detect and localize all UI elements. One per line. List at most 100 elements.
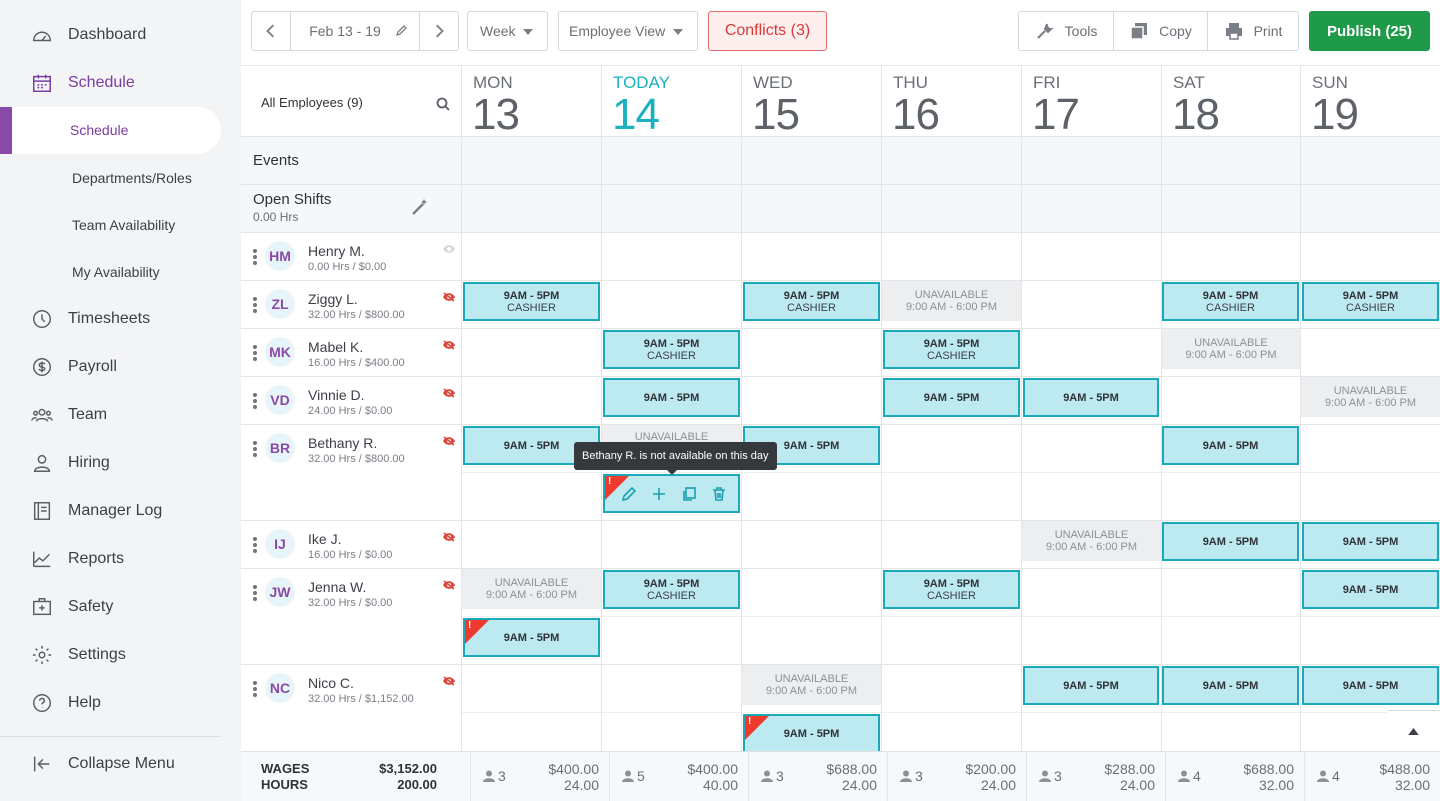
drag-handle-icon[interactable] — [253, 585, 257, 603]
sidebar-item-reports[interactable]: Reports — [0, 537, 241, 581]
shift-block[interactable]: 9AM - 5PM CASHIER — [463, 282, 600, 321]
shift-time: 9AM - 5PM — [503, 439, 560, 452]
shift-block-conflict[interactable]: ! 9AM - 5PM — [463, 618, 600, 657]
sidebar-item-team[interactable]: Team — [0, 393, 241, 437]
shift-block[interactable]: 9AM - 5PM — [1162, 522, 1299, 561]
sidebar-item-hiring[interactable]: Hiring — [0, 441, 241, 485]
prev-week-button[interactable] — [251, 11, 291, 51]
shift-block[interactable]: 9AM - 5PM — [1302, 570, 1439, 609]
sidebar-item-timesheets[interactable]: Timesheets — [0, 297, 241, 341]
employee-row-bethany[interactable]: BR Bethany R. 32.00 Hrs / $800.00 — [241, 424, 461, 520]
shift-block[interactable]: 9AM - 5PM — [1302, 666, 1439, 705]
plus-icon[interactable] — [651, 486, 667, 502]
day-header-mon[interactable]: MON 13 — [461, 66, 601, 139]
copy-icon[interactable] — [681, 486, 697, 502]
drag-handle-icon[interactable] — [253, 441, 257, 459]
shift-actions-block[interactable]: ! — [603, 474, 740, 513]
shift-block[interactable]: 9AM - 5PM CASHIER — [603, 570, 740, 609]
sidebar-item-settings[interactable]: Settings — [0, 633, 241, 677]
shift-block[interactable]: 9AM - 5PM — [1302, 522, 1439, 561]
day-header-wed[interactable]: WED 15 — [741, 66, 881, 139]
employee-row-jenna[interactable]: JW Jenna W. 32.00 Hrs / $0.00 — [241, 568, 461, 664]
employee-row-vinnie[interactable]: VD Vinnie D. 24.00 Hrs / $0.00 — [241, 376, 461, 424]
day-header-today[interactable]: TODAY 14 — [601, 66, 741, 139]
shift-block[interactable]: 9AM - 5PM CASHIER — [603, 330, 740, 369]
shift-block-conflict[interactable]: ! 9AM - 5PM — [743, 714, 880, 751]
copy-button[interactable]: Copy — [1113, 11, 1208, 51]
unavailable-label: UNAVAILABLE — [1194, 337, 1268, 349]
sidebar-item-payroll[interactable]: Payroll — [0, 345, 241, 389]
sidebar-item-help[interactable]: Help — [0, 681, 241, 725]
chevron-left-icon — [266, 24, 274, 38]
shift-time: 9AM - 5PM — [783, 439, 840, 452]
eye-slash-icon[interactable] — [442, 436, 456, 446]
eye-slash-icon[interactable] — [442, 340, 456, 350]
publish-button[interactable]: Publish (25) — [1309, 11, 1430, 51]
drag-handle-icon[interactable] — [253, 393, 257, 411]
shift-time: 9AM - 5PM — [923, 391, 980, 404]
employee-filter[interactable]: All Employees (9) — [261, 95, 363, 110]
day-total-tue: 5 $400.00 40.00 — [609, 752, 748, 801]
eye-slash-icon[interactable] — [442, 532, 456, 542]
employee-row-nico[interactable]: NC Nico C. 32.00 Hrs / $1,152.00 — [241, 664, 461, 751]
tools-button[interactable]: Tools — [1018, 11, 1114, 51]
drag-handle-icon[interactable] — [253, 249, 257, 267]
shift-block[interactable]: 9AM - 5PM — [883, 378, 1020, 417]
sidebar-item-manager-log[interactable]: Manager Log — [0, 489, 241, 533]
drag-handle-icon[interactable] — [253, 681, 257, 699]
eye-slash-icon[interactable] — [442, 676, 456, 686]
employee-row-ziggy[interactable]: ZL Ziggy L. 32.00 Hrs / $800.00 — [241, 280, 461, 328]
day-hours: 24.00 — [1119, 777, 1155, 793]
view-select[interactable]: Employee View — [558, 11, 698, 51]
sidebar-item-dashboard[interactable]: Dashboard — [0, 13, 241, 57]
sidebar-subitem-team-availability[interactable]: Team Availability — [72, 217, 175, 233]
employee-row-mabel[interactable]: MK Mabel K. 16.00 Hrs / $400.00 — [241, 328, 461, 376]
shift-block[interactable]: 9AM - 5PM CASHIER — [1162, 282, 1299, 321]
sidebar-item-safety[interactable]: Safety — [0, 585, 241, 629]
day-header-sat[interactable]: SAT 18 — [1161, 66, 1301, 139]
eye-slash-icon[interactable] — [442, 292, 456, 302]
trash-icon[interactable] — [711, 486, 727, 502]
shift-block[interactable]: 9AM - 5PM — [1023, 666, 1159, 705]
copy-label: Copy — [1159, 23, 1192, 39]
eye-slash-icon[interactable] — [442, 388, 456, 398]
collapse-menu-button[interactable]: Collapse Menu — [0, 742, 241, 786]
sidebar-item-label: Reports — [68, 550, 125, 567]
employee-hours: 24.00 Hrs / $0.00 — [308, 405, 393, 417]
drag-handle-icon[interactable] — [253, 537, 257, 555]
shift-block[interactable]: 9AM - 5PM — [1162, 426, 1299, 465]
day-header-sun[interactable]: SUN 19 — [1300, 66, 1440, 139]
shift-block[interactable]: 9AM - 5PM — [1023, 378, 1159, 417]
shift-block[interactable]: 9AM - 5PM CASHIER — [883, 330, 1020, 369]
sidebar-item-schedule[interactable]: Schedule — [0, 61, 241, 105]
next-week-button[interactable] — [419, 11, 459, 51]
avatar: HM — [265, 241, 295, 271]
date-range-picker[interactable]: Feb 13 - 19 — [290, 11, 420, 51]
drag-handle-icon[interactable] — [253, 297, 257, 315]
print-button[interactable]: Print — [1207, 11, 1299, 51]
day-wages: $400.00 — [548, 761, 599, 777]
conflicts-button[interactable]: Conflicts (3) — [708, 11, 827, 51]
shift-block[interactable]: 9AM - 5PM CASHIER — [883, 570, 1020, 609]
shift-time: 9AM - 5PM — [1342, 535, 1399, 548]
search-icon[interactable] — [436, 97, 450, 111]
drag-handle-icon[interactable] — [253, 345, 257, 363]
employee-row-ike[interactable]: IJ Ike J. 16.00 Hrs / $0.00 — [241, 520, 461, 568]
day-header-fri[interactable]: FRI 17 — [1021, 66, 1161, 139]
eye-slash-icon[interactable] — [442, 580, 456, 590]
day-header-thu[interactable]: THU 16 — [881, 66, 1021, 139]
period-select[interactable]: Week — [467, 11, 548, 51]
pencil-icon[interactable] — [621, 486, 637, 502]
shift-block[interactable]: 9AM - 5PM CASHIER — [743, 282, 880, 321]
day-total-wed: 3 $688.00 24.00 — [748, 752, 887, 801]
shift-block[interactable]: 9AM - 5PM — [603, 378, 740, 417]
employee-row-henry[interactable]: HM Henry M. 0.00 Hrs / $0.00 — [241, 232, 461, 280]
sidebar-subitem-my-availability[interactable]: My Availability — [72, 264, 160, 280]
shift-count: 5 — [637, 768, 645, 784]
shift-block[interactable]: 9AM - 5PM CASHIER — [1302, 282, 1439, 321]
shift-block[interactable]: 9AM - 5PM — [1162, 666, 1299, 705]
sidebar-subitem-schedule[interactable]: Schedule — [0, 107, 221, 154]
magic-wand-icon[interactable] — [411, 198, 429, 216]
eye-icon[interactable] — [442, 244, 456, 254]
sidebar-subitem-departments-roles[interactable]: Departments/Roles — [72, 170, 192, 186]
